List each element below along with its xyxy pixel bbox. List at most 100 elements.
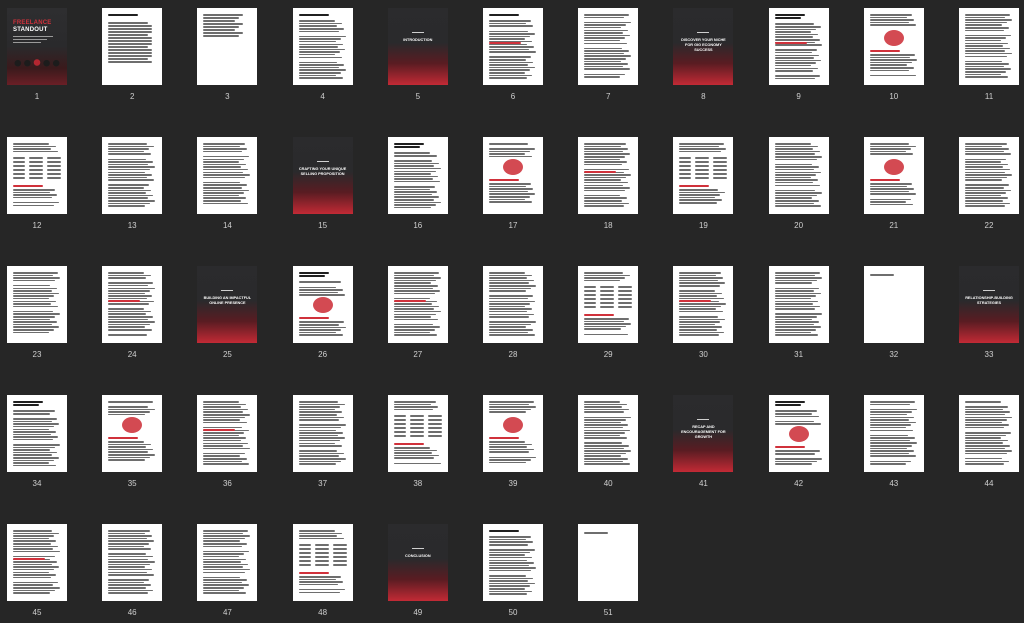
page-thumbnail-1[interactable]: FREELANCE STANDOUT 1: [7, 8, 67, 101]
page-preview[interactable]: [673, 266, 734, 343]
page-preview[interactable]: [387, 395, 448, 472]
page-thumbnail-15[interactable]: CRAFTING YOUR UNIQUE SELLING PROPOSITION…: [292, 137, 353, 230]
page-thumbnail-26[interactable]: 26: [292, 266, 353, 359]
page-thumbnail-9[interactable]: 9: [768, 8, 829, 101]
page-preview[interactable]: [959, 395, 1019, 472]
page-preview[interactable]: [578, 395, 639, 472]
page-preview[interactable]: [768, 266, 829, 343]
page-preview[interactable]: [102, 266, 163, 343]
page-preview[interactable]: [197, 8, 258, 85]
page-preview[interactable]: [387, 266, 448, 343]
page-thumbnail-16[interactable]: 16: [387, 137, 448, 230]
page-preview[interactable]: RECAP AND ENCOURAGEMENT FOR GROWTH: [673, 395, 734, 472]
page-preview[interactable]: [578, 266, 639, 343]
page-preview[interactable]: [863, 266, 924, 343]
page-thumbnail-21[interactable]: 21: [863, 137, 924, 230]
page-thumbnail-40[interactable]: 40: [578, 395, 639, 488]
page-thumbnail-29[interactable]: 29: [578, 266, 639, 359]
page-thumbnail-10[interactable]: 10: [863, 8, 924, 101]
page-thumbnail-47[interactable]: 47: [197, 524, 258, 617]
page-thumbnail-28[interactable]: 28: [483, 266, 543, 359]
page-preview[interactable]: [102, 8, 163, 85]
page-preview[interactable]: CRAFTING YOUR UNIQUE SELLING PROPOSITION: [292, 137, 353, 214]
page-thumbnail-25[interactable]: BUILDING AN IMPACTFUL ONLINE PRESENCE 25: [197, 266, 258, 359]
page-preview[interactable]: [578, 137, 639, 214]
page-thumbnail-49[interactable]: CONCLUSION 49: [387, 524, 448, 617]
page-preview[interactable]: [387, 137, 448, 214]
page-preview[interactable]: [7, 266, 67, 343]
page-preview[interactable]: [102, 395, 163, 472]
page-thumbnail-50[interactable]: 50: [483, 524, 543, 617]
page-thumbnail-37[interactable]: 37: [292, 395, 353, 488]
page-preview[interactable]: FREELANCE STANDOUT: [7, 8, 67, 85]
page-preview[interactable]: [768, 395, 829, 472]
page-thumbnail-11[interactable]: 11: [959, 8, 1019, 101]
page-thumbnail-42[interactable]: 42: [768, 395, 829, 488]
page-preview[interactable]: CONCLUSION: [387, 524, 448, 601]
page-thumbnail-6[interactable]: 6: [483, 8, 543, 101]
page-preview[interactable]: [292, 524, 353, 601]
page-preview[interactable]: [863, 395, 924, 472]
page-thumbnail-39[interactable]: 39: [483, 395, 543, 488]
page-thumbnail-30[interactable]: 30: [673, 266, 734, 359]
page-thumbnail-17[interactable]: 17: [483, 137, 543, 230]
page-thumbnail-14[interactable]: 14: [197, 137, 258, 230]
page-preview[interactable]: [768, 137, 829, 214]
page-preview[interactable]: [7, 524, 67, 601]
page-preview[interactable]: [578, 8, 639, 85]
page-thumbnail-3[interactable]: 3: [197, 8, 258, 101]
page-preview[interactable]: [673, 137, 734, 214]
page-thumbnail-7[interactable]: 7: [578, 8, 639, 101]
page-preview[interactable]: [959, 137, 1019, 214]
page-preview[interactable]: [578, 524, 639, 601]
page-preview[interactable]: [197, 524, 258, 601]
page-thumbnail-31[interactable]: 31: [768, 266, 829, 359]
page-preview[interactable]: [7, 395, 67, 472]
page-thumbnail-13[interactable]: 13: [102, 137, 163, 230]
page-thumbnail-2[interactable]: 2: [102, 8, 163, 101]
page-thumbnail-51[interactable]: 51: [578, 524, 639, 617]
page-thumbnail-33[interactable]: RELATIONSHIP-BUILDING STRATEGIES 33: [959, 266, 1019, 359]
page-thumbnail-24[interactable]: 24: [102, 266, 163, 359]
page-preview[interactable]: [959, 8, 1019, 85]
page-preview[interactable]: [197, 137, 258, 214]
page-preview[interactable]: [292, 395, 353, 472]
page-preview[interactable]: [483, 395, 543, 472]
page-preview[interactable]: [483, 8, 543, 85]
page-preview[interactable]: [197, 395, 258, 472]
page-preview[interactable]: [768, 8, 829, 85]
page-thumbnail-35[interactable]: 35: [102, 395, 163, 488]
page-thumbnail-34[interactable]: 34: [7, 395, 67, 488]
page-thumbnail-8[interactable]: DISCOVER YOUR NICHE FOR GIG ECONOMY SUCC…: [673, 8, 734, 101]
page-preview[interactable]: RELATIONSHIP-BUILDING STRATEGIES: [959, 266, 1019, 343]
page-thumbnail-18[interactable]: 18: [578, 137, 639, 230]
page-thumbnail-19[interactable]: 19: [673, 137, 734, 230]
page-preview[interactable]: [102, 524, 163, 601]
page-preview[interactable]: [292, 266, 353, 343]
page-thumbnail-45[interactable]: 45: [7, 524, 67, 617]
page-preview[interactable]: [483, 266, 543, 343]
page-thumbnail-4[interactable]: 4: [292, 8, 353, 101]
page-preview[interactable]: BUILDING AN IMPACTFUL ONLINE PRESENCE: [197, 266, 258, 343]
page-thumbnail-5[interactable]: INTRODUCTION 5: [387, 8, 448, 101]
page-preview[interactable]: DISCOVER YOUR NICHE FOR GIG ECONOMY SUCC…: [673, 8, 734, 85]
page-thumbnail-36[interactable]: 36: [197, 395, 258, 488]
page-preview[interactable]: [863, 8, 924, 85]
page-thumbnail-48[interactable]: 48: [292, 524, 353, 617]
page-thumbnail-23[interactable]: 23: [7, 266, 67, 359]
page-thumbnail-32[interactable]: 32: [863, 266, 924, 359]
page-preview[interactable]: [863, 137, 924, 214]
page-thumbnail-27[interactable]: 27: [387, 266, 448, 359]
page-thumbnail-44[interactable]: 44: [959, 395, 1019, 488]
page-preview[interactable]: [483, 137, 543, 214]
page-thumbnail-41[interactable]: RECAP AND ENCOURAGEMENT FOR GROWTH 41: [673, 395, 734, 488]
page-thumbnail-46[interactable]: 46: [102, 524, 163, 617]
page-preview[interactable]: [483, 524, 543, 601]
page-preview[interactable]: [102, 137, 163, 214]
page-thumbnail-43[interactable]: 43: [863, 395, 924, 488]
page-thumbnail-22[interactable]: 22: [959, 137, 1019, 230]
page-thumbnail-38[interactable]: 38: [387, 395, 448, 488]
page-preview[interactable]: [7, 137, 67, 214]
page-preview[interactable]: INTRODUCTION: [387, 8, 448, 85]
page-thumbnail-20[interactable]: 20: [768, 137, 829, 230]
